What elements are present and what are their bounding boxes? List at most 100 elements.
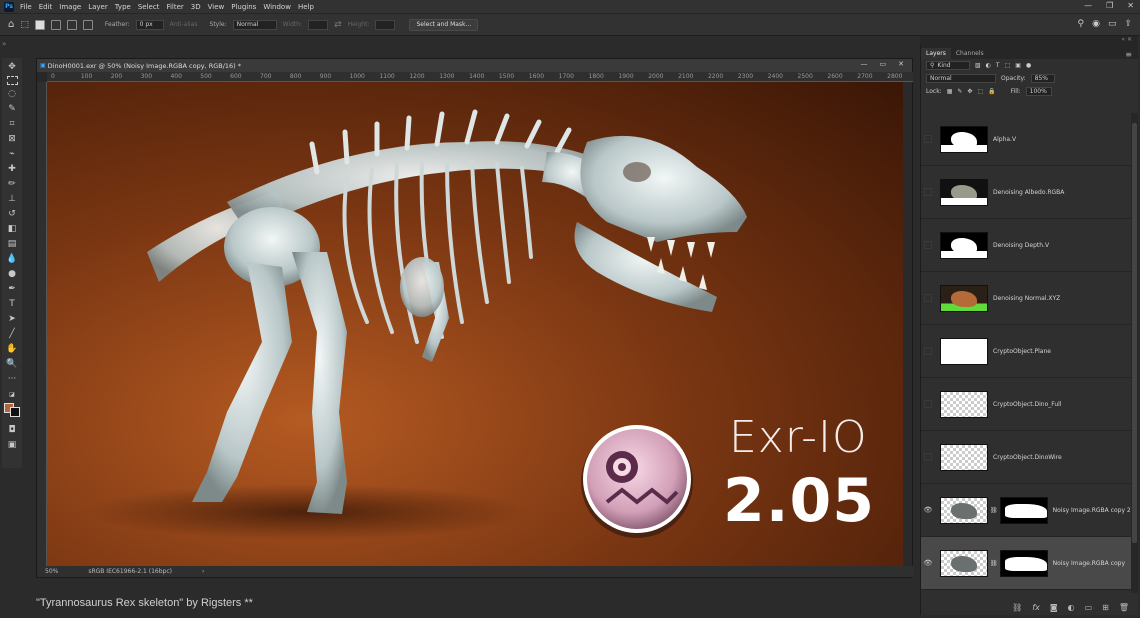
panel-collapse-icon[interactable]: « ✕ bbox=[920, 36, 1138, 45]
menu-help[interactable]: Help bbox=[298, 3, 314, 11]
screen-mode-icon[interactable]: ▣ bbox=[5, 439, 19, 451]
layer-row[interactable]: CryptoObject.DinoWire bbox=[921, 431, 1131, 484]
layer-thumbnail[interactable] bbox=[940, 549, 988, 577]
vertical-scrollbar[interactable] bbox=[903, 82, 912, 566]
rect-marquee-tool-icon[interactable] bbox=[6, 76, 18, 85]
new-selection-icon[interactable] bbox=[34, 19, 45, 30]
menu-3d[interactable]: 3D bbox=[191, 3, 201, 11]
frame-tool-icon[interactable]: ⊠ bbox=[5, 133, 19, 145]
subtract-selection-icon[interactable] bbox=[66, 19, 77, 30]
photoshop-logo-icon[interactable]: Ps bbox=[4, 1, 14, 12]
doc-close-icon[interactable]: ✕ bbox=[898, 60, 904, 68]
lock-transparent-icon[interactable]: ▦ bbox=[947, 88, 953, 95]
dodge-tool-icon[interactable]: ● bbox=[5, 268, 19, 280]
layer-thumbnail[interactable] bbox=[940, 443, 988, 471]
path-select-tool-icon[interactable]: ➤ bbox=[5, 313, 19, 325]
move-tool-icon[interactable]: ✥ bbox=[5, 61, 19, 73]
visibility-eye-icon[interactable] bbox=[924, 347, 932, 355]
status-menu-arrow[interactable]: › bbox=[202, 568, 204, 575]
layer-name[interactable]: Denoising Normal.XYZ bbox=[993, 295, 1060, 302]
adjustment-layer-icon[interactable]: ◐ bbox=[1068, 603, 1075, 612]
pen-tool-icon[interactable]: ✒ bbox=[5, 283, 19, 295]
visibility-eye-icon[interactable] bbox=[924, 400, 932, 408]
add-mask-icon[interactable]: ◙ bbox=[1050, 603, 1058, 612]
layer-row[interactable]: Denoising Albedo.RGBA bbox=[921, 166, 1131, 219]
layers-scrollbar[interactable] bbox=[1131, 113, 1138, 593]
layer-thumbnail[interactable] bbox=[940, 496, 988, 524]
layer-name[interactable]: CryptoObject.DinoWire bbox=[993, 454, 1062, 461]
mask-link-icon[interactable]: ⛓ bbox=[990, 507, 998, 514]
maximize-icon[interactable]: ❐ bbox=[1106, 1, 1113, 10]
intersect-selection-icon[interactable] bbox=[82, 19, 93, 30]
visibility-eye-icon[interactable] bbox=[924, 188, 932, 196]
type-tool-icon[interactable]: T bbox=[5, 298, 19, 310]
visibility-eye-icon[interactable] bbox=[924, 294, 932, 302]
doc-restore-icon[interactable]: ▭ bbox=[880, 60, 887, 68]
layer-name[interactable]: Noisy Image.RGBA copy 2 bbox=[1053, 507, 1131, 514]
panel-menu-icon[interactable]: ≡ bbox=[1125, 50, 1138, 59]
delete-layer-icon[interactable]: 🗑 bbox=[1119, 603, 1129, 612]
horizontal-ruler[interactable]: 0 100 200 300 400 500 600 700 800 900 1000 1100 1200… bbox=[47, 72, 913, 82]
lock-pixels-icon[interactable]: ✎ bbox=[957, 88, 962, 95]
gradient-tool-icon[interactable]: ▤ bbox=[5, 238, 19, 250]
layer-row[interactable]: Alpha.V bbox=[921, 113, 1131, 166]
lock-all-icon[interactable]: 🔒 bbox=[988, 88, 995, 95]
home-icon[interactable]: ⌂ bbox=[8, 19, 14, 30]
layer-thumbnail[interactable] bbox=[940, 125, 988, 153]
history-brush-tool-icon[interactable]: ↺ bbox=[5, 208, 19, 220]
filter-shape-icon[interactable]: ⬚ bbox=[1005, 62, 1011, 69]
document-tab[interactable]: ▣ DinoH0001.exr @ 50% (Noisy Image.RGBA … bbox=[37, 59, 912, 72]
layer-thumbnail[interactable] bbox=[940, 231, 988, 259]
layer-row[interactable]: Denoising Depth.V bbox=[921, 219, 1131, 272]
menu-image[interactable]: Image bbox=[59, 3, 81, 11]
menu-view[interactable]: View bbox=[208, 3, 225, 11]
filter-adjustment-icon[interactable]: ◐ bbox=[986, 62, 991, 69]
visibility-eye-icon[interactable] bbox=[924, 453, 932, 461]
menu-window[interactable]: Window bbox=[263, 3, 291, 11]
layer-mask-thumbnail[interactable] bbox=[999, 496, 1048, 524]
filter-pixel-icon[interactable]: ▧ bbox=[975, 62, 981, 69]
visibility-eye-icon[interactable] bbox=[924, 241, 932, 249]
menu-layer[interactable]: Layer bbox=[88, 3, 108, 11]
eyedropper-tool-icon[interactable]: ⌁ bbox=[5, 148, 19, 160]
new-layer-icon[interactable]: ⊞ bbox=[1102, 603, 1109, 612]
layer-thumbnail[interactable] bbox=[940, 284, 988, 312]
swap-icon[interactable]: ⇄ bbox=[334, 20, 342, 30]
clone-stamp-tool-icon[interactable]: ⊥ bbox=[5, 193, 19, 205]
marquee-preset-icon[interactable]: ⬚ bbox=[20, 20, 29, 30]
tab-layers[interactable]: Layers bbox=[921, 48, 951, 59]
layer-thumbnail[interactable] bbox=[940, 178, 988, 206]
filter-smart-icon[interactable]: ▣ bbox=[1015, 62, 1021, 69]
workspace-icon[interactable]: ▭ bbox=[1108, 19, 1117, 29]
lasso-tool-icon[interactable]: ◌ bbox=[5, 88, 19, 100]
close-icon[interactable]: ✕ bbox=[1127, 1, 1134, 10]
zoom-tool-icon[interactable]: 🔍 bbox=[5, 358, 19, 370]
quick-mask-icon[interactable]: ◘ bbox=[5, 424, 19, 436]
layer-row[interactable]: Denoising Normal.XYZ bbox=[921, 272, 1131, 325]
visibility-eye-icon[interactable] bbox=[924, 135, 932, 143]
crop-tool-icon[interactable]: ⌗ bbox=[5, 118, 19, 130]
background-color-swatch[interactable] bbox=[10, 407, 20, 417]
line-tool-icon[interactable]: ╱ bbox=[5, 328, 19, 340]
hand-tool-icon[interactable]: ✋ bbox=[5, 343, 19, 355]
brush-tool-icon[interactable]: ✏ bbox=[5, 178, 19, 190]
style-select[interactable]: Normal bbox=[232, 19, 277, 30]
layer-thumbnail[interactable] bbox=[940, 390, 988, 418]
visibility-eye-icon[interactable]: 👁 bbox=[921, 506, 935, 514]
tab-channels[interactable]: Channels bbox=[951, 48, 989, 59]
lock-artboard-icon[interactable]: ⬚ bbox=[977, 88, 983, 95]
doc-minimize-icon[interactable]: — bbox=[861, 60, 868, 68]
blur-tool-icon[interactable]: 💧 bbox=[5, 253, 19, 265]
share-icon[interactable]: ⇪ bbox=[1124, 19, 1132, 29]
menu-type[interactable]: Type bbox=[115, 3, 131, 11]
filter-toggle-icon[interactable]: ● bbox=[1026, 62, 1031, 69]
filter-type-icon[interactable]: T bbox=[996, 62, 1000, 69]
layer-name[interactable]: Alpha.V bbox=[993, 136, 1016, 143]
account-icon[interactable]: ◉ bbox=[1092, 19, 1100, 29]
layer-style-icon[interactable]: fx bbox=[1032, 603, 1040, 612]
width-input[interactable] bbox=[308, 19, 329, 30]
fill-input[interactable]: 100% bbox=[1025, 87, 1052, 96]
quick-select-tool-icon[interactable]: ✎ bbox=[5, 103, 19, 115]
canvas[interactable]: Exr-IO 2.05 bbox=[47, 82, 904, 566]
eraser-tool-icon[interactable]: ◧ bbox=[5, 223, 19, 235]
